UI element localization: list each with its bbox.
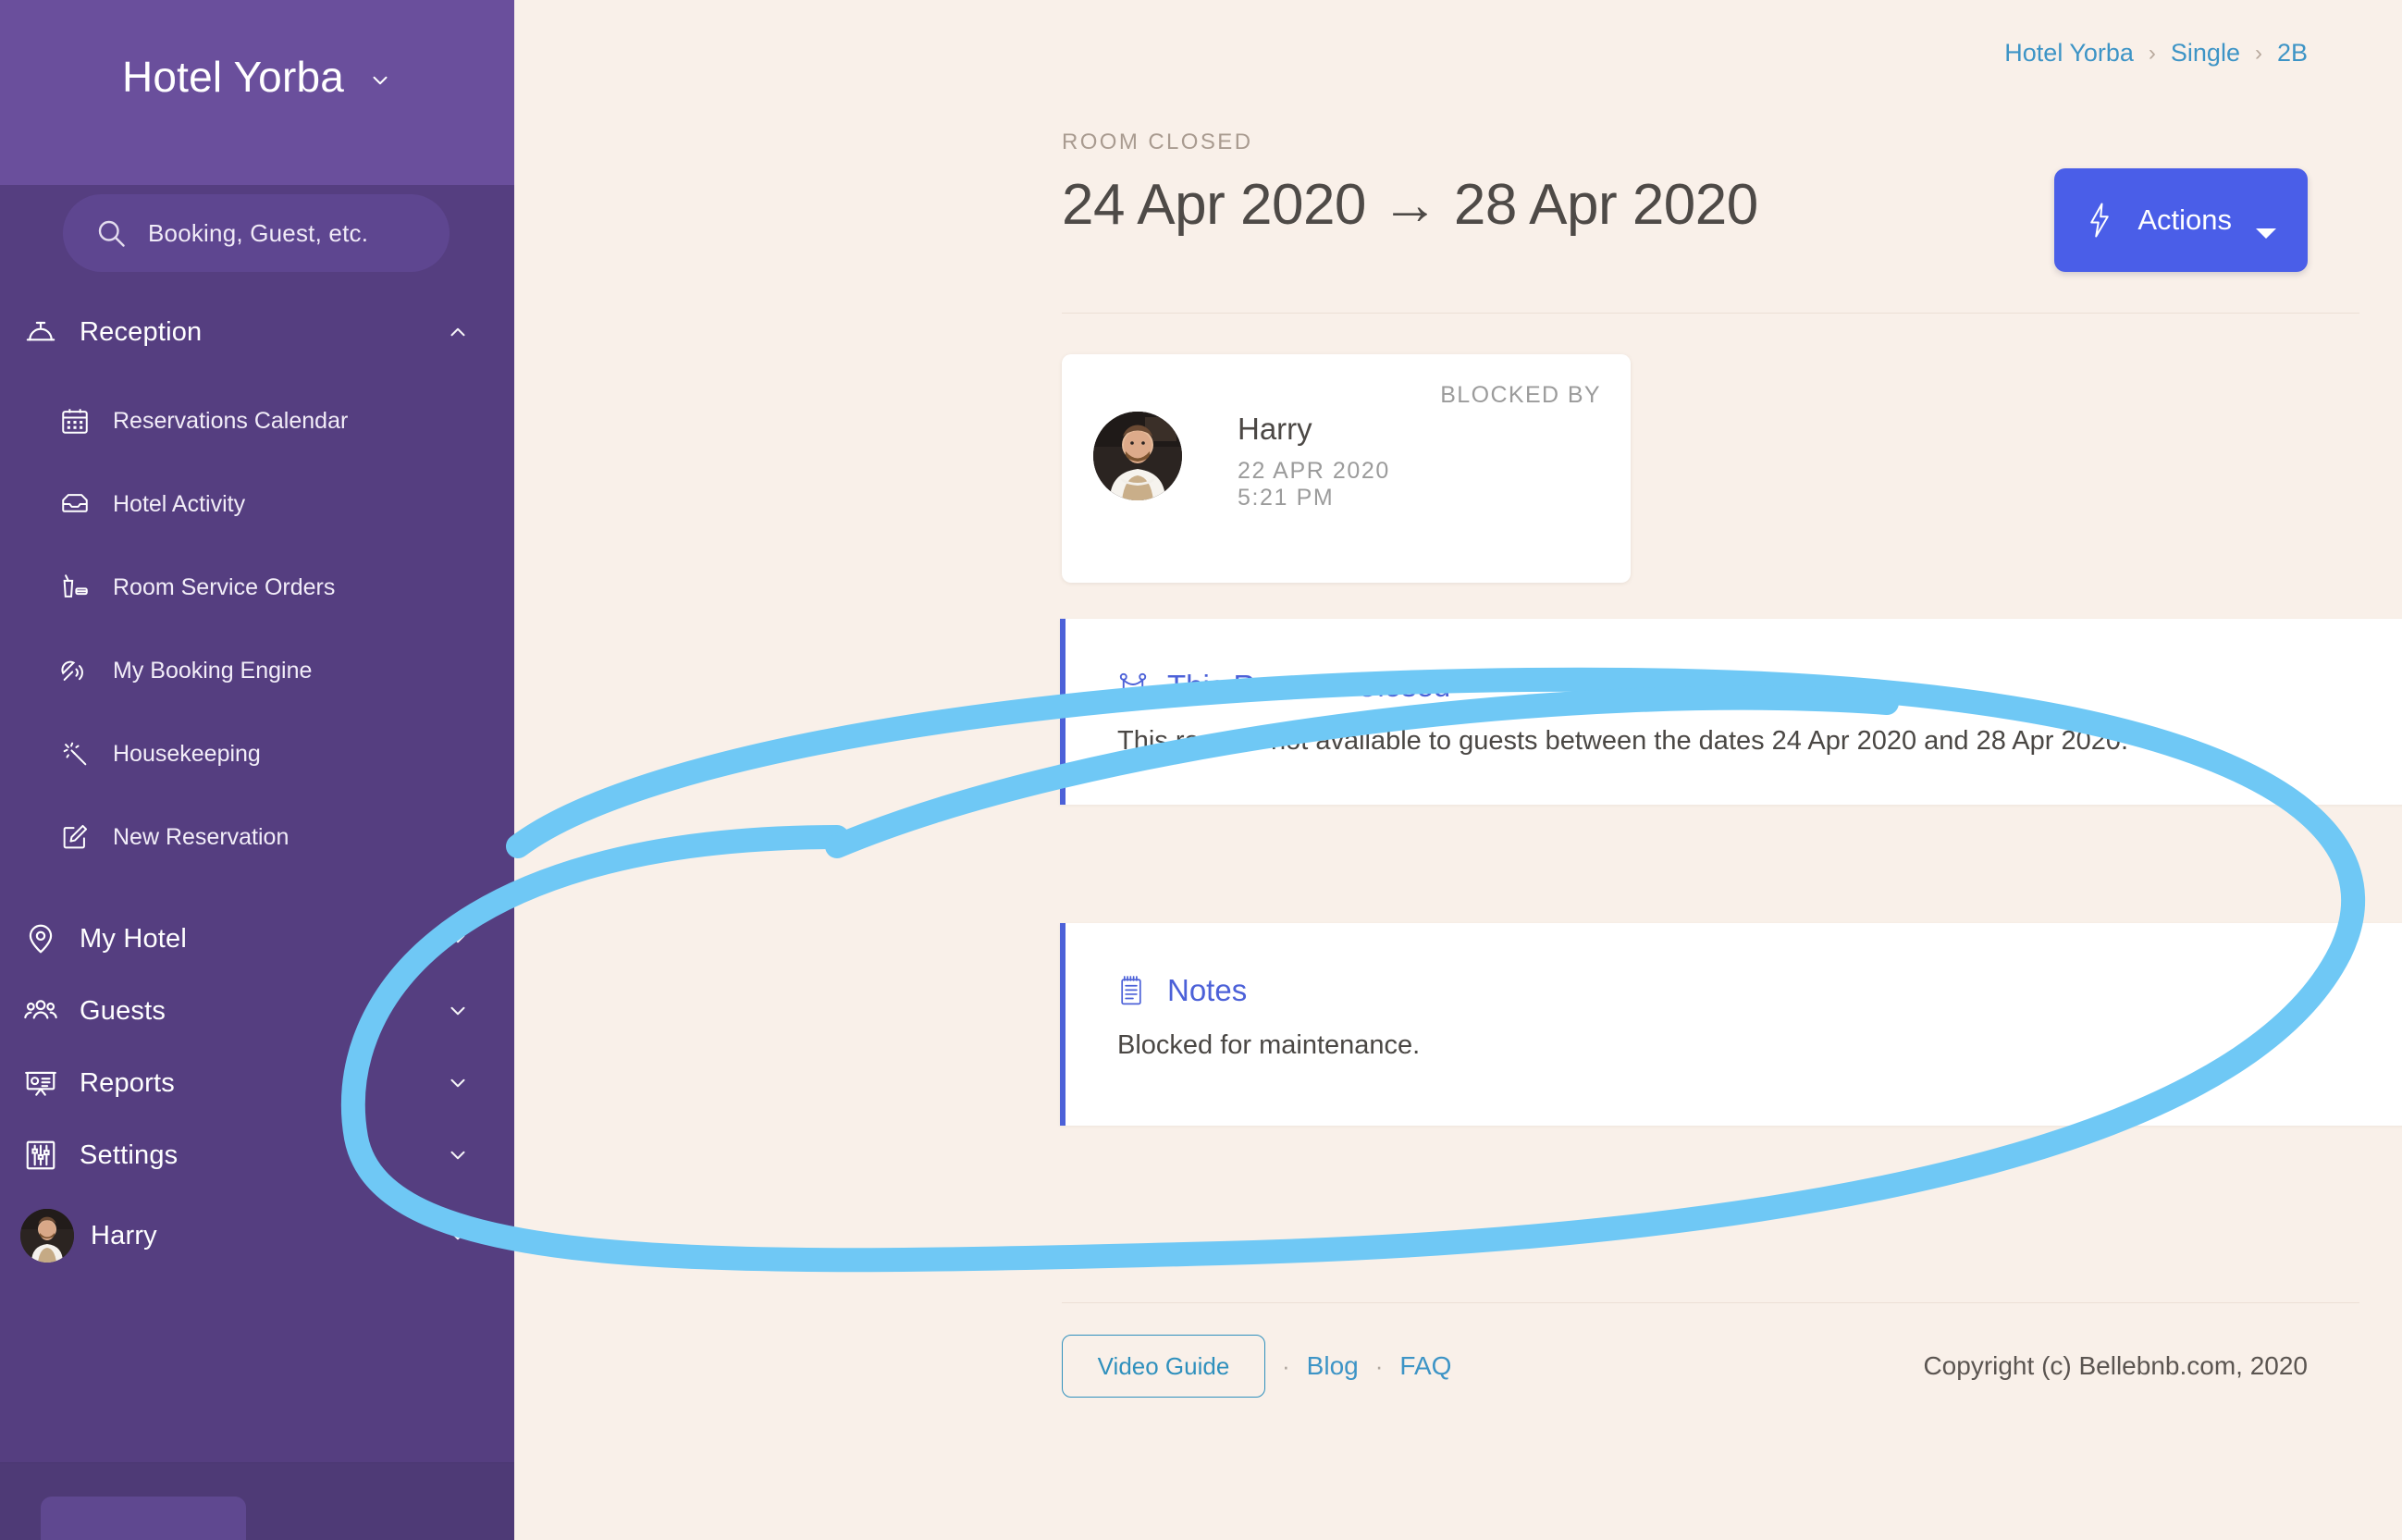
sidebar-group-reports[interactable]: Reports xyxy=(0,1047,514,1119)
chevron-down-icon[interactable] xyxy=(446,999,470,1023)
sidebar-header: Hotel Yorba xyxy=(0,0,514,185)
satellite-dish-icon xyxy=(57,653,92,688)
copyright-text: Copyright (c) Bellebnb.com, 2020 xyxy=(1923,1351,2308,1380)
sidebar-group-label: Reception xyxy=(80,316,203,347)
inbox-icon xyxy=(57,487,92,522)
presentation-chart-icon xyxy=(20,1063,61,1103)
breadcrumb-item-hotel[interactable]: Hotel Yorba xyxy=(2004,39,2134,68)
caret-down-icon xyxy=(2256,214,2276,239)
sidebar-item-label: Room Service Orders xyxy=(113,573,336,600)
breadcrumb: Hotel Yorba › Single › 2B xyxy=(2004,39,2308,68)
breadcrumb-separator: › xyxy=(2254,40,2262,66)
sidebar-subnav-reception: Reservations Calendar Hotel Activity Roo… xyxy=(0,368,514,903)
footer-link-faq[interactable]: FAQ xyxy=(1399,1351,1451,1381)
chevron-down-icon xyxy=(368,68,392,92)
notes-title: Notes xyxy=(1167,973,1248,1007)
page-footer: Video Guide · Blog · FAQ Copyright (c) B… xyxy=(1062,1335,2359,1398)
page-eyebrow: ROOM CLOSED xyxy=(1062,129,1253,154)
notes-body: Blocked for maintenance. xyxy=(1117,1030,1421,1060)
breadcrumb-item-room[interactable]: 2B xyxy=(2277,39,2308,68)
sliders-icon xyxy=(20,1135,61,1176)
search-icon xyxy=(94,216,128,250)
people-icon xyxy=(20,991,61,1031)
sidebar-item-my-booking-engine[interactable]: My Booking Engine xyxy=(0,629,514,712)
room-closed-body: This room is not available to guests bet… xyxy=(1117,726,2129,756)
blocked-by-label: BLOCKED BY xyxy=(1440,382,1601,408)
chevron-up-icon[interactable] xyxy=(446,320,470,344)
sidebar-item-label: Reservations Calendar xyxy=(113,407,349,434)
footer-link-blog[interactable]: Blog xyxy=(1307,1351,1359,1381)
notes-heading: Notes xyxy=(1066,923,2402,1008)
search-input[interactable]: Booking, Guest, etc. xyxy=(63,194,450,272)
room-closed-heading: This Room Is Closed xyxy=(1066,619,2402,704)
brand-selector[interactable]: Hotel Yorba xyxy=(0,55,514,98)
sidebar-item-label: New Reservation xyxy=(113,823,289,850)
calendar-icon xyxy=(57,403,92,438)
blocked-by-card: BLOCKED BY Harry 22 APR 2020 5:21 PM xyxy=(1062,354,1631,583)
sidebar-item-room-service-orders[interactable]: Room Service Orders xyxy=(0,546,514,629)
sidebar-item-new-reservation[interactable]: New Reservation xyxy=(0,795,514,879)
actions-button-label: Actions xyxy=(2137,203,2232,236)
sidebar-group-my-hotel[interactable]: My Hotel xyxy=(0,903,514,975)
chevron-down-icon[interactable] xyxy=(446,1143,470,1167)
notes-panel: Notes Blocked for maintenance. Edit xyxy=(1060,923,2402,1126)
breadcrumb-item-roomtype[interactable]: Single xyxy=(2171,39,2240,68)
actions-button[interactable]: Actions xyxy=(2054,168,2308,272)
sidebar-item-label: Hotel Activity xyxy=(113,490,246,517)
service-bell-icon xyxy=(20,312,61,352)
room-closed-title: This Room Is Closed xyxy=(1167,669,1451,703)
search-placeholder: Booking, Guest, etc. xyxy=(148,218,369,247)
blocked-by-time: 5:21 PM xyxy=(1238,485,1335,511)
velvet-rope-icon xyxy=(1117,671,1149,702)
magic-wand-icon xyxy=(57,736,92,771)
edit-square-icon xyxy=(57,819,92,855)
sidebar-user-menu[interactable]: Harry xyxy=(0,1191,514,1280)
chevron-down-icon[interactable] xyxy=(446,1071,470,1095)
sidebar-item-reservations-calendar[interactable]: Reservations Calendar xyxy=(0,379,514,462)
avatar xyxy=(20,1209,74,1263)
main-content: Hotel Yorba › Single › 2B ROOM CLOSED 24… xyxy=(514,0,2402,1540)
sidebar-group-guests[interactable]: Guests xyxy=(0,975,514,1047)
sidebar-group-label: Reports xyxy=(80,1067,175,1098)
footer-separator: · xyxy=(1374,1351,1384,1380)
sidebar-item-hotel-activity[interactable]: Hotel Activity xyxy=(0,462,514,546)
sidebar-group-settings[interactable]: Settings xyxy=(0,1119,514,1191)
brand-name: Hotel Yorba xyxy=(121,53,345,101)
sidebar: Hotel Yorba Booking, Guest, etc. Recepti… xyxy=(0,0,514,1540)
room-service-icon xyxy=(57,570,92,605)
footer-separator: · xyxy=(1282,1351,1290,1380)
blocked-by-name: Harry xyxy=(1238,412,1312,446)
map-pin-icon xyxy=(20,918,61,959)
footer-divider xyxy=(1062,1302,2359,1303)
sidebar-item-housekeeping[interactable]: Housekeeping xyxy=(0,712,514,795)
blocked-by-info: Harry 22 APR 2020 5:21 PM xyxy=(1238,412,1390,511)
app-root: Hotel Yorba Booking, Guest, etc. Recepti… xyxy=(0,0,2402,1540)
sidebar-group-label: Guests xyxy=(80,995,166,1026)
header-divider xyxy=(1062,313,2359,314)
lightning-bolt-icon xyxy=(2086,202,2113,239)
blocked-by-date: 22 APR 2020 xyxy=(1238,458,1390,484)
chevron-down-icon[interactable] xyxy=(446,927,470,951)
chevron-down-icon[interactable] xyxy=(446,1224,470,1248)
sidebar-footer xyxy=(0,1462,514,1540)
room-closed-panel: This Room Is Closed This room is not ava… xyxy=(1060,619,2402,805)
sidebar-group-label: Settings xyxy=(80,1140,179,1170)
sidebar-item-label: Housekeeping xyxy=(113,740,261,767)
avatar xyxy=(1093,412,1182,500)
sidebar-user-name: Harry xyxy=(91,1220,157,1250)
video-guide-button[interactable]: Video Guide xyxy=(1062,1335,1265,1398)
sidebar-footer-button[interactable] xyxy=(41,1497,246,1540)
sidebar-group-reception[interactable]: Reception xyxy=(0,296,514,368)
sidebar-group-label: My Hotel xyxy=(80,923,188,954)
sidebar-nav: Reception Reservations Calendar Hotel Ac… xyxy=(0,185,514,1280)
breadcrumb-separator: › xyxy=(2148,40,2156,66)
sidebar-item-label: My Booking Engine xyxy=(113,657,313,684)
notepad-icon xyxy=(1117,975,1149,1006)
